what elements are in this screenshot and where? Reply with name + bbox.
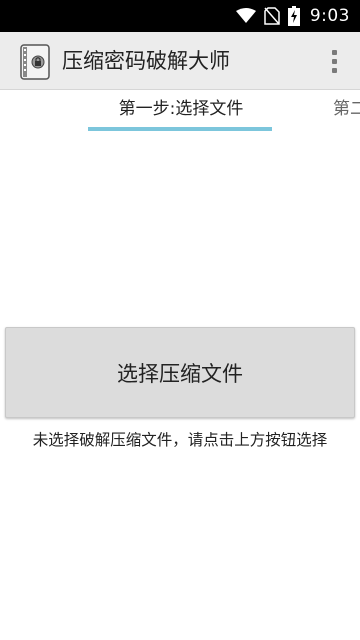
battery-charging-icon bbox=[287, 6, 300, 26]
wifi-icon bbox=[235, 8, 256, 24]
overflow-menu-icon[interactable] bbox=[322, 45, 346, 77]
tab-selected-indicator bbox=[88, 127, 272, 131]
no-sim-icon bbox=[264, 7, 280, 25]
tab-bar: 第一步:选择文件 第二 bbox=[0, 90, 360, 132]
app-title: 压缩密码破解大师 bbox=[62, 49, 230, 73]
tab-step-one-label: 第一步:选择文件 bbox=[118, 99, 244, 119]
tab-step-two-label: 第二 bbox=[333, 99, 360, 119]
app-bar: 压缩密码破解大师 bbox=[0, 32, 360, 90]
select-archive-button[interactable]: 选择压缩文件 bbox=[5, 327, 355, 418]
archive-lock-icon bbox=[16, 43, 54, 81]
tab-step-one[interactable]: 第一步:选择文件 bbox=[88, 90, 274, 132]
selection-status-text: 未选择破解压缩文件，请点击上方按钮选择 bbox=[32, 431, 328, 449]
status-bar: 9:03 bbox=[0, 0, 360, 32]
tab-step-two[interactable]: 第二 bbox=[333, 90, 360, 132]
clock: 9:03 bbox=[309, 6, 350, 26]
